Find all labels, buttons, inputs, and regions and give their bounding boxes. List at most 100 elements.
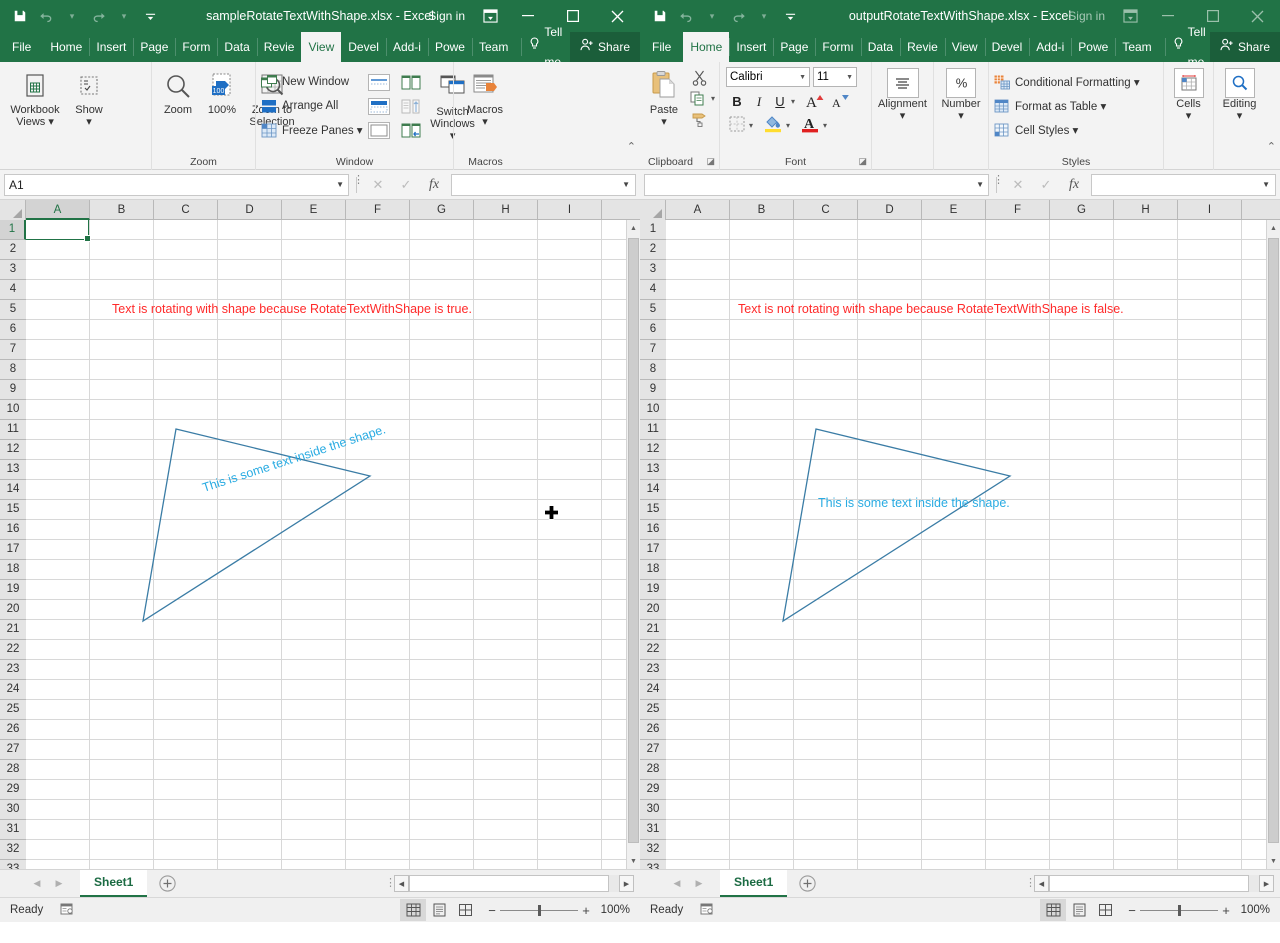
row-header-13[interactable]: 13 (0, 460, 26, 480)
row-header-11[interactable]: 11 (0, 420, 26, 440)
row-header-21[interactable]: 21 (640, 620, 666, 640)
borders-button[interactable] (726, 114, 748, 136)
row-header-12[interactable]: 12 (0, 440, 26, 460)
enter-icon[interactable]: ✓ (392, 174, 420, 196)
row-header-29[interactable]: 29 (640, 780, 666, 800)
row-header-18[interactable]: 18 (0, 560, 26, 580)
triangle-outline[interactable] (783, 429, 1010, 621)
row-header-19[interactable]: 19 (640, 580, 666, 600)
horizontal-scroll-thumb[interactable] (409, 875, 609, 892)
row-header-30[interactable]: 30 (640, 800, 666, 820)
grid-cells[interactable]: Text is rotating with shape because Rota… (26, 220, 640, 869)
previous-sheet-icon[interactable]: ◀ (26, 873, 48, 895)
show-button[interactable]: Show ▾ (66, 66, 112, 130)
row-header-9[interactable]: 9 (0, 380, 26, 400)
tab-developer[interactable]: Devel (985, 32, 1030, 62)
dialog-launcher-icon[interactable]: ◪ (706, 153, 715, 169)
fill-color-button[interactable] (761, 114, 785, 136)
row-header-19[interactable]: 19 (0, 580, 26, 600)
column-header-b[interactable]: B (90, 200, 154, 220)
grid-cells[interactable]: Text is not rotating with shape because … (666, 220, 1280, 869)
tab-file[interactable]: File (0, 32, 43, 62)
row-header-22[interactable]: 22 (0, 640, 26, 660)
copy-button[interactable]: ▾ (684, 88, 720, 109)
format-painter-button[interactable] (684, 109, 714, 130)
row-header-23[interactable]: 23 (0, 660, 26, 680)
row-header-9[interactable]: 9 (640, 380, 666, 400)
zoom-slider[interactable]: − + (1124, 903, 1234, 918)
name-box[interactable]: A1 ▼ (4, 174, 349, 196)
row-header-20[interactable]: 20 (640, 600, 666, 620)
row-header-24[interactable]: 24 (0, 680, 26, 700)
column-header-g[interactable]: G (1050, 200, 1114, 220)
new-window-button[interactable]: New Window (260, 70, 363, 94)
vertical-scrollbar[interactable]: ▲ ▼ (626, 220, 640, 869)
row-header-1[interactable]: 1 (0, 220, 26, 240)
horizontal-scroll-thumb[interactable] (1049, 875, 1249, 892)
column-header-h[interactable]: H (1114, 200, 1178, 220)
tab-power-pivot[interactable]: Powe (1071, 32, 1115, 62)
macro-recording-icon[interactable] (59, 902, 74, 919)
split-button[interactable] (363, 70, 395, 94)
tab-add-ins[interactable]: Add-i (386, 32, 428, 62)
worksheet-grid[interactable]: Text is rotating with shape because Rota… (0, 200, 640, 869)
italic-button[interactable]: I (749, 91, 769, 112)
alignment-button[interactable]: Alignment ▾ (876, 66, 929, 124)
worksheet-grid[interactable]: Text is not rotating with shape because … (640, 200, 1280, 869)
scroll-right-icon[interactable]: ▶ (1259, 875, 1274, 892)
formula-input[interactable]: ▼ (451, 174, 636, 196)
tab-formulas[interactable]: Form (175, 32, 217, 62)
row-header-33[interactable]: 33 (640, 860, 666, 869)
row-header-6[interactable]: 6 (0, 320, 26, 340)
formula-input[interactable]: ▼ (1091, 174, 1276, 196)
row-header-7[interactable]: 7 (640, 340, 666, 360)
name-box-chevron-down-icon[interactable]: ▼ (336, 180, 344, 189)
cut-button[interactable] (684, 67, 714, 88)
unhide-window-button[interactable] (363, 118, 395, 142)
row-header-28[interactable]: 28 (0, 760, 26, 780)
page-break-preview-icon[interactable] (452, 899, 478, 921)
row-header-5[interactable]: 5 (0, 300, 26, 320)
tab-insert[interactable]: Insert (89, 32, 133, 62)
column-header-i[interactable]: I (538, 200, 602, 220)
sheet-tab-splitter[interactable] (1020, 874, 1034, 894)
tab-file[interactable]: File (640, 32, 683, 62)
column-header-f[interactable]: F (346, 200, 410, 220)
row-header-11[interactable]: 11 (640, 420, 666, 440)
font-name-combobox[interactable]: Calibri ▼ (726, 67, 810, 87)
row-header-14[interactable]: 14 (640, 480, 666, 500)
cancel-icon[interactable]: ✕ (364, 174, 392, 196)
decrease-font-size-button[interactable]: A (828, 91, 852, 112)
page-layout-view-icon[interactable] (1066, 899, 1092, 921)
tab-review[interactable]: Revie (900, 32, 945, 62)
macro-recording-icon[interactable] (699, 902, 714, 919)
underline-button[interactable]: U (770, 91, 790, 112)
row-header-6[interactable]: 6 (640, 320, 666, 340)
zoom-level-label[interactable]: 100% (600, 904, 640, 916)
row-header-21[interactable]: 21 (0, 620, 26, 640)
row-header-26[interactable]: 26 (0, 720, 26, 740)
row-header-17[interactable]: 17 (0, 540, 26, 560)
row-header-10[interactable]: 10 (640, 400, 666, 420)
scroll-down-icon[interactable]: ▼ (1267, 853, 1280, 869)
macros-button[interactable]: Macros ▾ (458, 66, 512, 130)
dialog-launcher-icon[interactable]: ◪ (858, 153, 867, 169)
row-header-15[interactable]: 15 (640, 500, 666, 520)
row-header-25[interactable]: 25 (0, 700, 26, 720)
number-button[interactable]: % Number ▾ (938, 66, 984, 124)
column-header-b[interactable]: B (730, 200, 794, 220)
close-icon[interactable] (1235, 0, 1280, 32)
row-header-17[interactable]: 17 (640, 540, 666, 560)
row-header-2[interactable]: 2 (640, 240, 666, 260)
row-header-8[interactable]: 8 (640, 360, 666, 380)
sheet-tab-sheet1[interactable]: Sheet1 (80, 870, 147, 897)
select-all-corner[interactable] (640, 200, 666, 220)
zoom-out-button[interactable]: − (1124, 903, 1140, 918)
tab-home[interactable]: Homе (43, 32, 89, 62)
add-sheet-icon[interactable] (155, 872, 179, 896)
vertical-scroll-thumb[interactable] (628, 238, 639, 843)
horizontal-scrollbar[interactable]: ◀ ▶ (394, 875, 634, 893)
cancel-icon[interactable]: ✕ (1004, 174, 1032, 196)
format-as-table-button[interactable]: Format as Table ▾ (993, 94, 1140, 118)
triangle-outline[interactable] (143, 429, 370, 621)
